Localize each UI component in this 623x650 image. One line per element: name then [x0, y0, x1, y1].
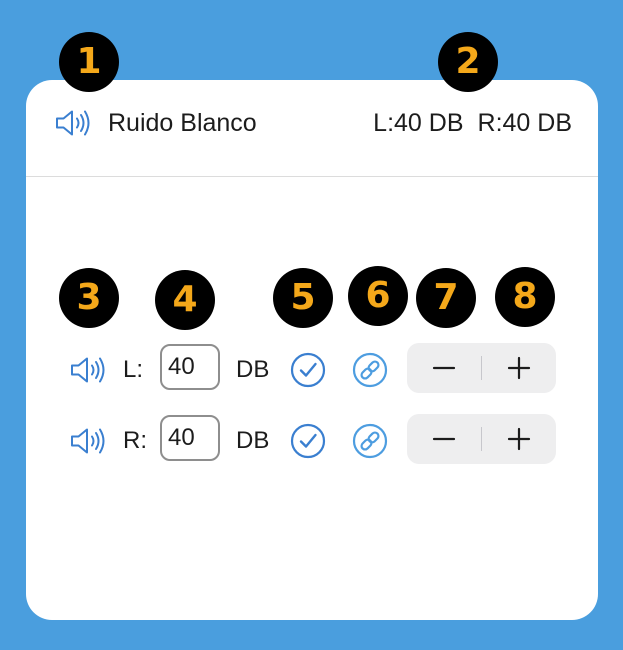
left-level-input[interactable] — [160, 344, 220, 390]
callout-badge-6: 6 — [348, 266, 408, 326]
right-channel-label: R: — [123, 427, 147, 454]
white-noise-panel: Ruido Blanco L:40 DB R:40 DB L: DB — [26, 80, 598, 620]
right-link-channels-icon[interactable] — [352, 423, 388, 459]
panel-header: Ruido Blanco L:40 DB R:40 DB — [26, 80, 598, 177]
minus-icon — [432, 366, 456, 370]
left-speaker-icon[interactable] — [70, 356, 106, 384]
left-increase-button[interactable] — [482, 343, 556, 393]
left-channel-row: L: DB — [26, 343, 598, 396]
callout-badge-5: 5 — [273, 268, 333, 328]
right-speaker-icon[interactable] — [70, 427, 106, 455]
right-decrease-button[interactable] — [407, 414, 481, 464]
left-level-readout: L:40 DB — [373, 109, 464, 137]
right-channel-row: R: DB — [26, 414, 598, 467]
right-level-readout: R:40 DB — [477, 109, 572, 137]
callout-badge-1: 1 — [59, 32, 119, 92]
plus-icon — [507, 427, 531, 451]
speaker-wave-icon[interactable] — [55, 109, 91, 137]
left-confirm-check-icon[interactable] — [290, 352, 326, 388]
callout-badge-7: 7 — [416, 268, 476, 328]
channel-levels-summary: L:40 DB R:40 DB — [373, 108, 572, 138]
plus-icon — [507, 356, 531, 380]
callout-badge-2: 2 — [438, 32, 498, 92]
left-decrease-button[interactable] — [407, 343, 481, 393]
right-unit-label: DB — [236, 427, 270, 454]
right-increase-button[interactable] — [482, 414, 556, 464]
left-link-channels-icon[interactable] — [352, 352, 388, 388]
right-level-input[interactable] — [160, 415, 220, 461]
left-level-stepper — [407, 343, 556, 393]
callout-badge-4: 4 — [155, 270, 215, 330]
callout-badge-8: 8 — [495, 267, 555, 327]
left-channel-label: L: — [123, 356, 144, 383]
right-level-stepper — [407, 414, 556, 464]
sound-title: Ruido Blanco — [108, 109, 257, 137]
right-confirm-check-icon[interactable] — [290, 423, 326, 459]
left-unit-label: DB — [236, 356, 270, 383]
callout-badge-3: 3 — [59, 268, 119, 328]
minus-icon — [432, 437, 456, 441]
